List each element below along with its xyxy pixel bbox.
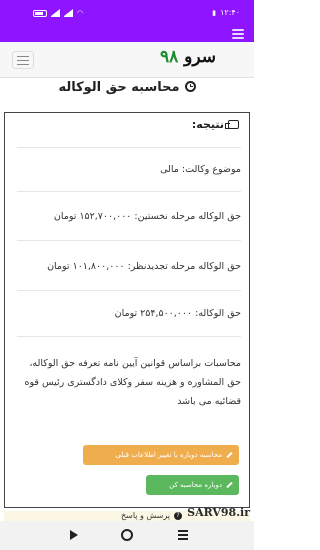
divider — [17, 290, 241, 291]
first-stage-fee: حق الوکاله مرحله نخستین: ۱۵۲,۷۰۰,۰۰۰ توم… — [53, 211, 241, 222]
trash-icon: ▮ — [212, 8, 217, 17]
total-fee: حق الوکاله: ۲۵۴,۵۰۰,۰۰۰ تومان — [114, 308, 241, 319]
status-icons: ◠ — [33, 8, 84, 17]
divider — [17, 147, 241, 148]
recent-apps-icon[interactable] — [178, 530, 188, 540]
recalc-button[interactable]: دوباره محاسبه کن — [146, 475, 239, 495]
question-circle-icon: ? — [174, 512, 182, 520]
subject-text: موضوع وکالت: مالی — [160, 164, 241, 175]
recalc-with-changes-button[interactable]: محاسبه دوباره با تغییر اطلاعات قبلی — [83, 445, 239, 465]
menu-icon[interactable] — [232, 29, 244, 39]
faq-label: پرسش و پاسخ — [120, 511, 170, 520]
recalc-label: دوباره محاسبه کن — [169, 481, 222, 489]
brand-text: سرو — [184, 47, 216, 67]
appeal-stage-fee: حق الوکاله مرحله تجدیدنظر: ۱۰۱,۸۰۰,۰۰۰ ت… — [47, 261, 241, 272]
wifi-icon: ◠ — [77, 9, 84, 17]
hand-point-icon — [225, 120, 239, 129]
pencil-icon — [226, 481, 233, 489]
divider — [17, 336, 241, 337]
page-title-text: محاسبه حق الوکاله — [58, 80, 180, 95]
recalc-with-changes-label: محاسبه دوباره با تغییر اطلاعات قبلی — [115, 451, 222, 459]
watermark: SARV98.ir — [187, 506, 250, 519]
app-toolbar — [0, 26, 254, 42]
site-navbar: سرو ۹۸ — [0, 42, 254, 78]
status-bar: ◠ ▮ ۱۲:۴۰ — [0, 0, 254, 26]
navbar-toggle-button[interactable] — [12, 51, 34, 69]
result-heading-text: نتیجه: — [191, 118, 224, 131]
result-heading: نتیجه: — [192, 118, 239, 131]
pencil-icon — [226, 451, 233, 459]
divider — [17, 240, 241, 241]
back-icon[interactable] — [70, 530, 78, 540]
divider — [17, 191, 241, 192]
signal-icon — [51, 8, 60, 17]
result-card: نتیجه: موضوع وکالت: مالی حق الوکاله مرحل… — [4, 112, 250, 508]
home-icon[interactable] — [121, 529, 133, 541]
signal-icon-2 — [64, 8, 73, 17]
clock-icon — [184, 81, 196, 92]
android-nav-bar — [0, 521, 254, 550]
page-title: محاسبه حق الوکاله — [0, 80, 254, 100]
status-right: ▮ ۱۲:۴۰ — [212, 8, 240, 17]
brand-logo[interactable]: سرو ۹۸ — [160, 47, 216, 67]
battery-icon — [33, 9, 47, 17]
brand-number: ۹۸ — [159, 47, 179, 67]
calculation-note: محاسبات براساس قوانین آیین نامه تعرفه حق… — [24, 358, 241, 407]
status-time: ۱۲:۴۰ — [220, 8, 240, 17]
